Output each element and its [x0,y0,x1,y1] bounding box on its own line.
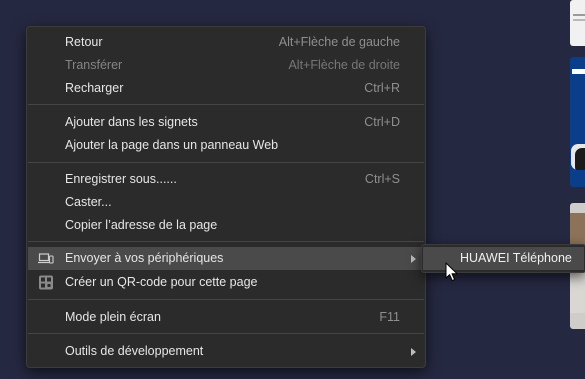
menu-item-label: Caster... [65,195,112,209]
menu-item-shortcut: F11 [379,310,400,324]
menu-item-forward: Transférer Alt+Flèche de droite [28,54,424,77]
menu-item-fullscreen[interactable]: Mode plein écran F11 [28,306,424,329]
background-page-thumbnail [570,0,585,46]
menu-item-label: Outils de développement [65,344,204,358]
menu-item-shortcut: Ctrl+D [364,115,400,129]
menu-item-label: Retour [65,35,103,49]
menu-item-save-as[interactable]: Enregistrer sous...... Ctrl+S [28,168,424,191]
menu-item-label: Ajouter dans les signets [65,115,198,129]
menu-item-cast[interactable]: Caster... [28,191,424,214]
menu-item-label: Copier l’adresse de la page [65,218,218,232]
menu-item-copy-address[interactable]: Copier l’adresse de la page [28,214,424,237]
menu-item-add-web-panel[interactable]: Ajouter la page dans un panneau Web [28,134,424,157]
menu-separator [28,104,424,105]
mouse-pointer-icon [445,262,459,282]
menu-item-shortcut: Ctrl+S [364,172,400,186]
submenu-arrow-icon [411,348,416,356]
menu-item-send-to-devices[interactable]: Envoyer à vos périphériques [28,247,424,270]
menu-separator [28,333,424,334]
menu-separator [28,241,424,242]
submenu-item-label: HUAWEI Téléphone [460,251,572,265]
menu-item-shortcut: Alt+Flèche de gauche [278,35,400,49]
qr-code-icon [38,275,54,290]
menu-item-label: Envoyer à vos périphériques [65,251,224,265]
menu-item-label: Mode plein écran [65,310,161,324]
menu-separator [28,299,424,300]
menu-item-shortcut: Ctrl+R [364,81,400,95]
submenu-arrow-icon [411,255,416,263]
menu-item-qr-code[interactable]: Créer un QR-code pour cette page [28,271,424,294]
menu-separator [28,162,424,163]
menu-item-dev-tools[interactable]: Outils de développement [28,340,424,363]
context-menu: Retour Alt+Flèche de gauche Transférer A… [26,26,426,368]
menu-item-back[interactable]: Retour Alt+Flèche de gauche [28,31,424,54]
menu-item-label: Ajouter la page dans un panneau Web [65,138,279,152]
background-page-thumbnail [570,57,585,187]
menu-item-label: Créer un QR-code pour cette page [65,275,258,289]
menu-item-label: Enregistrer sous...... [65,172,177,186]
menu-item-shortcut: Alt+Flèche de droite [288,58,400,72]
menu-item-reload[interactable]: Recharger Ctrl+R [28,77,424,100]
menu-item-label: Recharger [65,81,124,95]
menu-item-label: Transférer [65,58,123,72]
menu-item-bookmark[interactable]: Ajouter dans les signets Ctrl+D [28,111,424,134]
laptop-phone-icon [38,251,54,266]
